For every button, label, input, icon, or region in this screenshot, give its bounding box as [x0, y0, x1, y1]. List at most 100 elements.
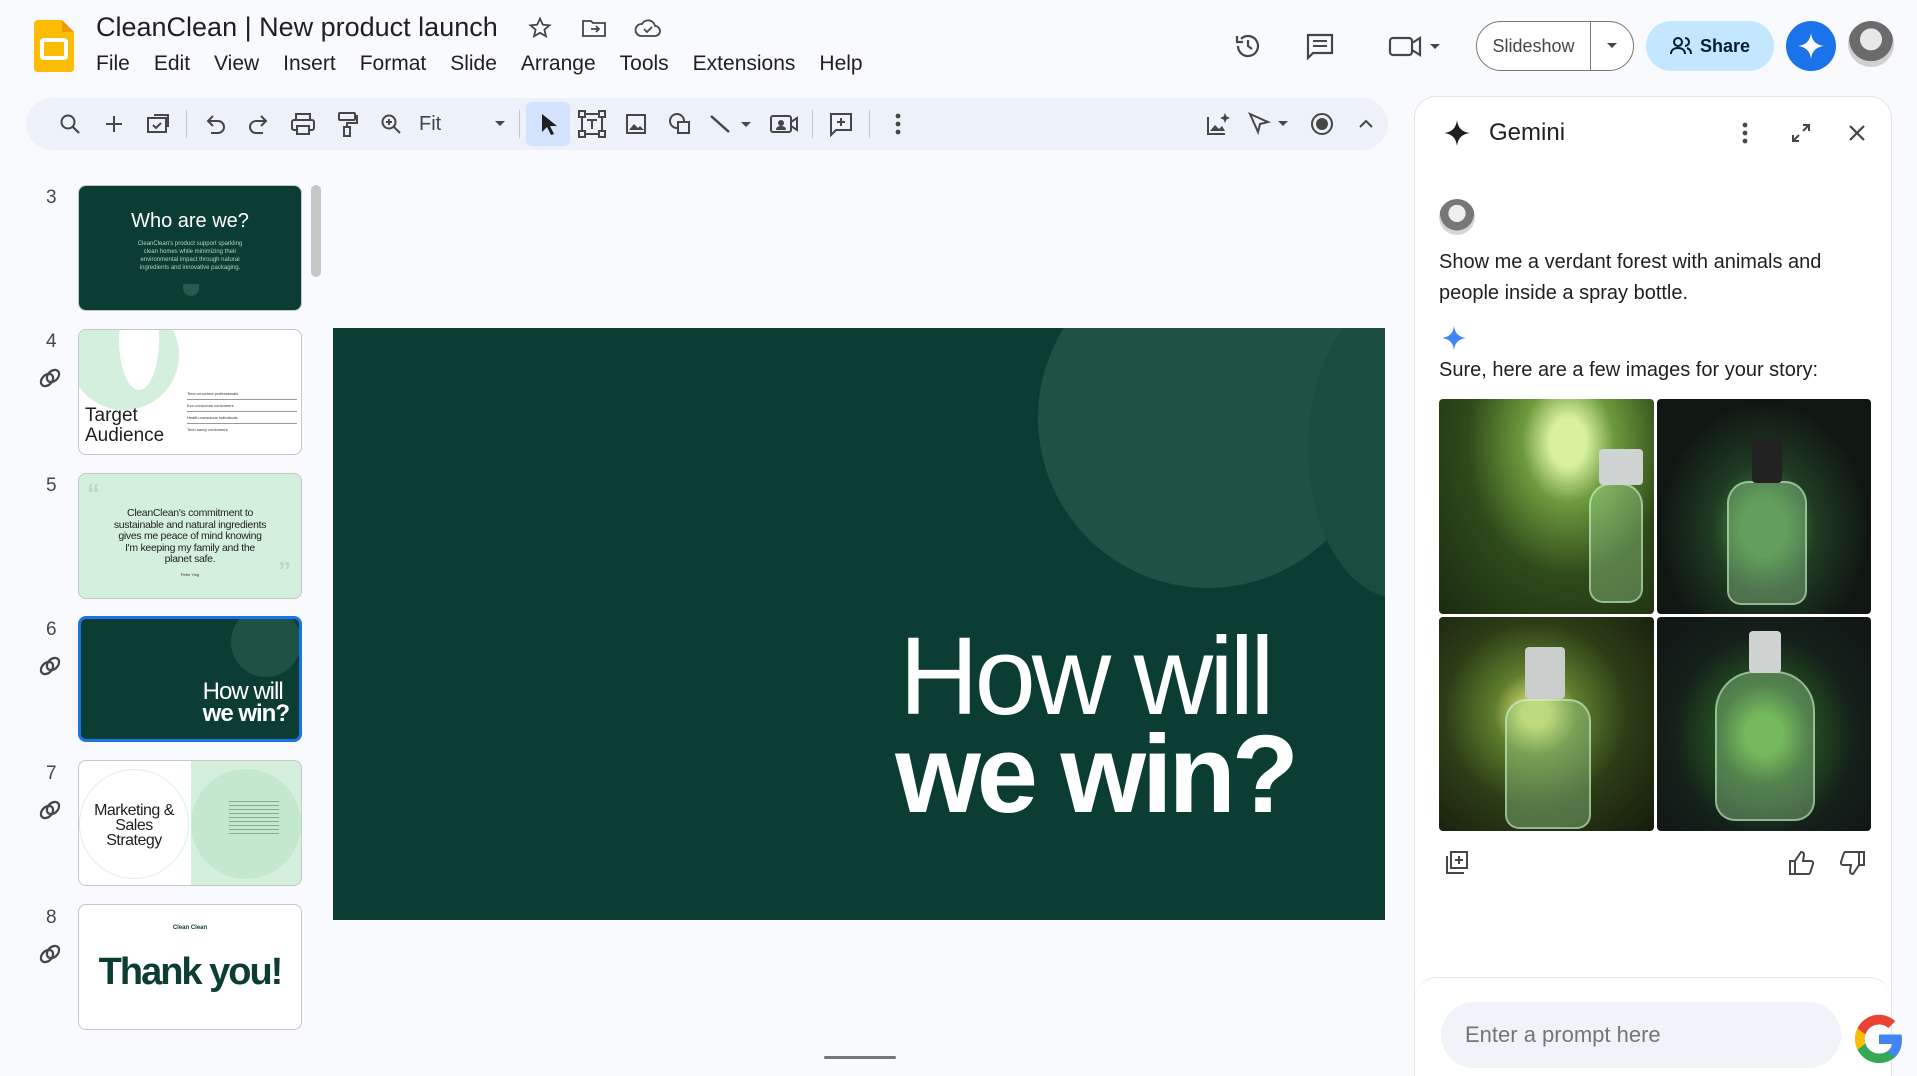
- toolbar-divider: [812, 110, 813, 138]
- slide-title[interactable]: How will we win?: [895, 615, 1299, 830]
- filmstrip-scrollbar[interactable]: [311, 185, 321, 277]
- share-label: Share: [1699, 35, 1751, 56]
- undo-icon[interactable]: [193, 102, 237, 146]
- line-tool-icon[interactable]: [702, 102, 762, 146]
- menu-file[interactable]: File: [96, 50, 142, 78]
- toolbar: Fit: [26, 98, 1388, 150]
- speaker-notes-handle[interactable]: [824, 1056, 896, 1059]
- share-button[interactable]: Share: [1646, 21, 1774, 71]
- zoom-select[interactable]: Fit: [413, 102, 513, 146]
- paint-format-icon[interactable]: [325, 102, 369, 146]
- cloud-saved-icon[interactable]: [634, 14, 662, 42]
- thumb-row: Eco-conscious consumers: [187, 400, 297, 412]
- generated-image-4[interactable]: [1656, 616, 1871, 831]
- toolbar-divider: [186, 110, 187, 138]
- slide-number: 6: [46, 619, 57, 640]
- slideshow-button[interactable]: Slideshow: [1476, 21, 1634, 71]
- thumb-row: Time-crunched professionals: [187, 388, 297, 400]
- menu-view[interactable]: View: [202, 50, 271, 78]
- thumb-title: How will we win?: [202, 680, 290, 727]
- slide-thumbnail-7[interactable]: Marketing & Sales Strategy: [78, 760, 302, 886]
- linked-slide-icon: [36, 796, 64, 824]
- menu-tools[interactable]: Tools: [608, 50, 681, 78]
- zoom-icon[interactable]: [369, 102, 413, 146]
- thumbs-down-icon[interactable]: [1835, 845, 1871, 881]
- print-icon[interactable]: [281, 102, 325, 146]
- gemini-spark-button[interactable]: [1786, 21, 1836, 71]
- gemini-spark-icon: [1443, 119, 1471, 147]
- gemini-prompt-input[interactable]: [1441, 1002, 1841, 1068]
- account-avatar[interactable]: [1848, 21, 1894, 67]
- import-slide-icon[interactable]: [136, 102, 180, 146]
- thumb-quote: CleanClean's commitment to sustainable a…: [113, 507, 267, 565]
- slide-title-line1: How will: [899, 615, 1274, 738]
- add-comment-icon[interactable]: [819, 102, 863, 146]
- menu-format[interactable]: Format: [348, 50, 439, 78]
- zoom-dropdown-icon: [495, 121, 505, 126]
- slide-number: 5: [46, 475, 57, 496]
- search-menus-icon[interactable]: [48, 102, 92, 146]
- google-g-icon: [1852, 1012, 1906, 1066]
- close-icon[interactable]: [1839, 115, 1875, 151]
- slide-canvas[interactable]: How will we win?: [333, 328, 1385, 920]
- prompt-area: [1415, 977, 1891, 1076]
- thumb-title: Who are we?: [131, 210, 249, 232]
- menu-edit[interactable]: Edit: [142, 50, 202, 78]
- meet-icon[interactable]: [1384, 24, 1448, 68]
- generated-image-2[interactable]: [1656, 399, 1871, 614]
- slides-logo-icon[interactable]: [34, 20, 74, 72]
- redo-icon[interactable]: [237, 102, 281, 146]
- slide-thumbnail-8[interactable]: Clean Clean Thank you!: [78, 904, 302, 1030]
- collapse-toolbar-icon[interactable]: [1344, 102, 1388, 146]
- generated-image-1[interactable]: [1439, 399, 1654, 614]
- more-options-icon[interactable]: [876, 102, 920, 146]
- thumb-quote-author: Peter Ying: [180, 572, 200, 577]
- slideshow-label[interactable]: Slideshow: [1477, 22, 1591, 70]
- slide-thumbnail-6[interactable]: How will we win?: [78, 616, 302, 742]
- thumb-table: Time-crunched professionals Eco-consciou…: [187, 388, 297, 435]
- thumb-title: Thank you!: [98, 951, 284, 993]
- thumb-row: Health-conscious individuals: [187, 412, 297, 424]
- slideshow-dropdown-icon[interactable]: [1591, 41, 1633, 51]
- toolbar-divider: [519, 110, 520, 138]
- thumb-title: Marketing & Sales Strategy: [94, 802, 174, 849]
- version-history-icon[interactable]: [1226, 24, 1270, 68]
- laser-pointer-icon[interactable]: [1240, 102, 1300, 146]
- expand-icon[interactable]: [1783, 115, 1819, 151]
- menu-bar: File Edit View Insert Format Slide Arran…: [96, 50, 875, 78]
- thumb-title: Target Audience: [85, 405, 165, 446]
- gemini-side-panel: Gemini Show me a verdant forest with ani…: [1414, 96, 1892, 1076]
- slide-thumbnail-4[interactable]: Target Audience Time-crunched profession…: [78, 329, 302, 455]
- generated-image-3[interactable]: [1439, 616, 1654, 831]
- menu-arrange[interactable]: Arrange: [509, 50, 608, 78]
- slide-thumbnail-5[interactable]: “ CleanClean's commitment to sustainable…: [78, 473, 302, 599]
- linked-slide-icon: [36, 940, 64, 968]
- leaf-logo-icon: [183, 284, 199, 296]
- shape-icon[interactable]: [658, 102, 702, 146]
- insert-image-icon[interactable]: [614, 102, 658, 146]
- slide-number: 3: [46, 187, 57, 208]
- generated-images-grid: [1439, 399, 1871, 831]
- gemini-panel-title: Gemini: [1489, 119, 1566, 146]
- slide-thumbnail-3[interactable]: Who are we? CleanClean's product support…: [78, 185, 302, 311]
- menu-help[interactable]: Help: [807, 50, 874, 78]
- document-title[interactable]: CleanClean | New product launch: [96, 12, 498, 43]
- insert-images-icon[interactable]: [1439, 845, 1475, 881]
- menu-slide[interactable]: Slide: [438, 50, 509, 78]
- select-cursor-icon[interactable]: [526, 102, 570, 146]
- menu-extensions[interactable]: Extensions: [681, 50, 808, 78]
- star-icon[interactable]: [526, 14, 554, 42]
- thumbs-up-icon[interactable]: [1783, 845, 1819, 881]
- more-vert-icon[interactable]: [1727, 115, 1763, 151]
- linked-slide-icon: [36, 652, 64, 680]
- insert-video-icon[interactable]: [762, 102, 806, 146]
- comments-icon[interactable]: [1298, 24, 1342, 68]
- new-slide-icon[interactable]: [92, 102, 136, 146]
- thumb-title-line2: we win?: [202, 700, 290, 727]
- menu-insert[interactable]: Insert: [271, 50, 348, 78]
- generate-image-icon[interactable]: [1196, 102, 1240, 146]
- move-to-folder-icon[interactable]: [580, 14, 608, 42]
- record-icon[interactable]: [1300, 102, 1344, 146]
- thumb-brand: Clean Clean: [172, 925, 208, 931]
- text-box-icon[interactable]: [570, 102, 614, 146]
